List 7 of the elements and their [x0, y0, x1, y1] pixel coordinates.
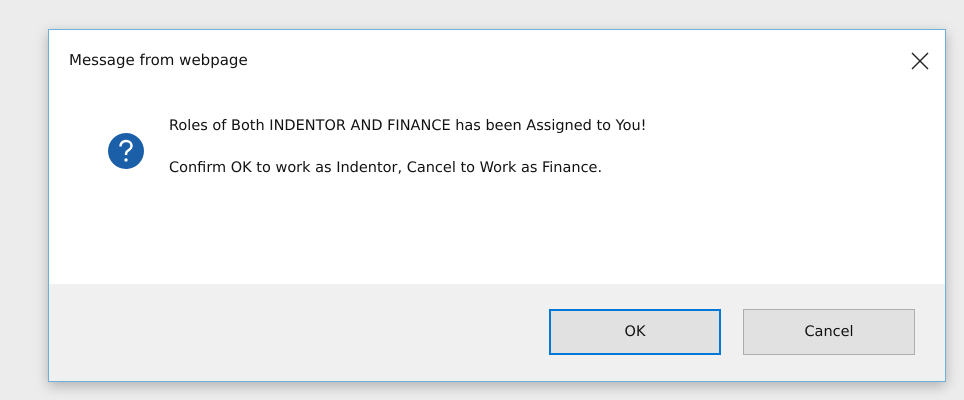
close-icon[interactable]	[911, 52, 929, 70]
ok-button[interactable]: OK	[549, 309, 721, 355]
window-title: Message from webpage	[69, 51, 248, 69]
message-text: Roles of Both INDENTOR AND FINANCE has been Assigned to You!	[169, 118, 646, 134]
message-text: Confirm OK to work as Indentor, Cancel to Work as Finance.	[169, 160, 604, 176]
cancel-button[interactable]: Cancel	[743, 309, 915, 355]
question-icon	[107, 132, 145, 170]
